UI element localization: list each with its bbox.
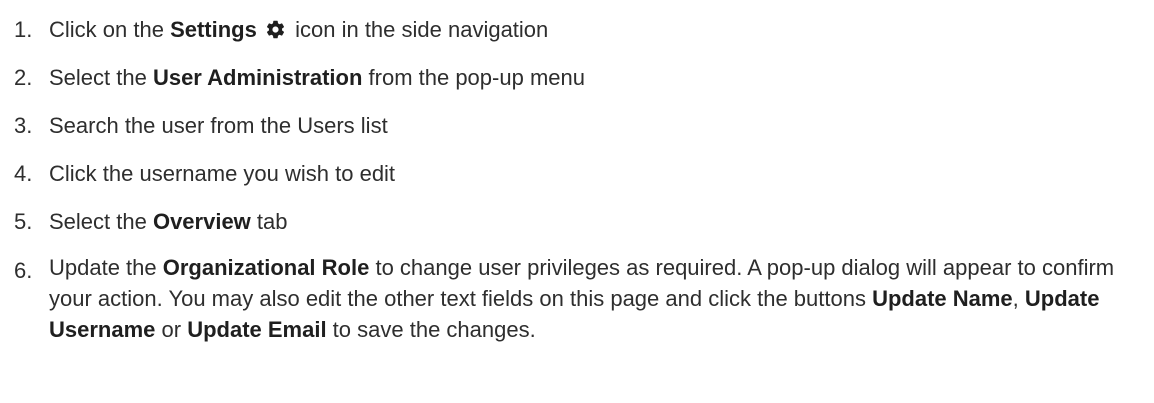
step-text: icon in the side navigation [295, 17, 549, 42]
step-5: 5. Select the Overview tab [0, 204, 1154, 239]
step-number: 5. [14, 209, 33, 234]
instruction-steps-list: 1. Click on the Settings icon in the sid… [0, 0, 1154, 345]
step-number: 6. [14, 258, 33, 283]
step-text: Update the [49, 255, 163, 280]
step-number: 2. [14, 65, 33, 90]
step-text: , [1012, 286, 1025, 311]
step-text: Select the [49, 209, 153, 234]
step-2: 2. Select the User Administration from t… [0, 60, 1154, 95]
step-number: 3. [14, 113, 33, 138]
step-3: 3. Search the user from the Users list [0, 108, 1154, 143]
gear-icon [266, 20, 284, 39]
settings-label: Settings [170, 17, 257, 42]
step-text: to save the changes. [326, 317, 536, 342]
step-1: 1. Click on the Settings icon in the sid… [0, 12, 1154, 47]
user-administration-label: User Administration [152, 65, 363, 90]
step-text: or [155, 317, 188, 342]
update-email-label: Update Email [187, 317, 327, 342]
step-4: 4. Click the username you wish to edit [0, 156, 1154, 191]
step-text: Select the [49, 65, 153, 90]
step-text: Click the username you wish to edit [49, 161, 396, 186]
step-text: Search the user from the Users list [49, 113, 388, 138]
update-name-label: Update Name [872, 286, 1013, 311]
organizational-role-label: Organizational Role [162, 255, 370, 280]
step-text: from the pop-up menu [362, 65, 585, 90]
step-number: 4. [14, 161, 33, 186]
step-number: 1. [14, 17, 33, 42]
step-6: 6. Update the Organizational Role to cha… [0, 252, 1154, 345]
step-text: tab [250, 209, 288, 234]
step-text-block: Update the Organizational Role to change… [49, 252, 1119, 345]
step-text: Click on the [49, 17, 171, 42]
overview-label: Overview [152, 209, 251, 234]
